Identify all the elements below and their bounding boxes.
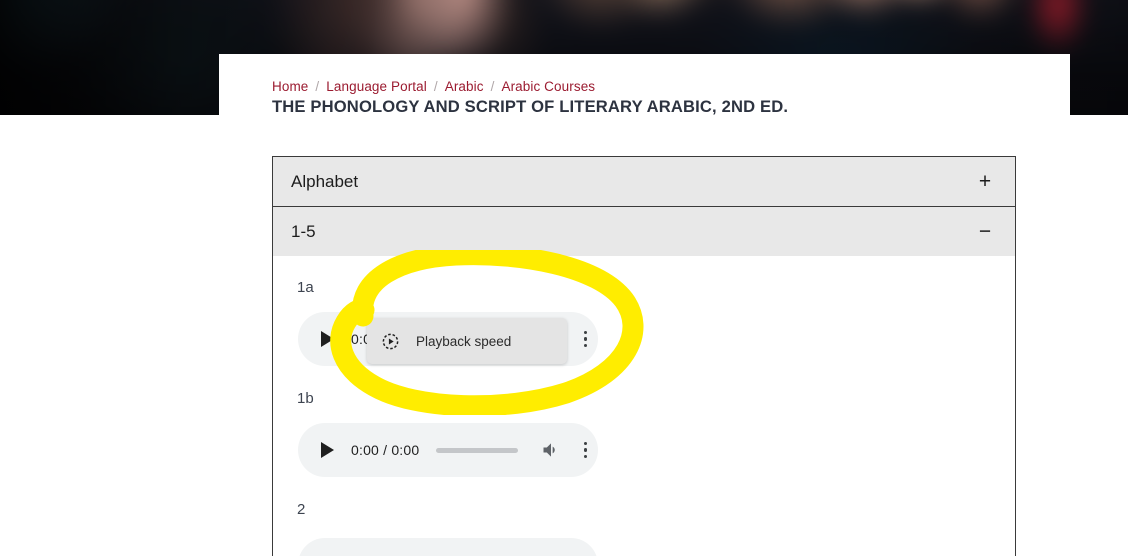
play-icon[interactable] xyxy=(318,441,336,459)
track-label-1b: 1b xyxy=(297,390,314,407)
breadcrumb-item-arabic[interactable]: Arabic xyxy=(445,79,484,94)
breadcrumb: Home / Language Portal / Arabic / Arabic Cours… xyxy=(272,79,595,94)
play-icon[interactable] xyxy=(318,330,336,348)
accordion-panel-1-5: 1a 0:00 / 0:00 1b xyxy=(273,256,1015,556)
accordion-title-1-5: 1-5 xyxy=(291,221,316,241)
playback-speed-menu[interactable]: Playback speed xyxy=(367,318,567,364)
page-title: THE PHONOLOGY AND SCRIPT OF LITERARY ARA… xyxy=(272,97,789,116)
track-label-1a: 1a xyxy=(297,279,314,296)
more-vertical-icon[interactable] xyxy=(577,440,593,460)
playback-speed-label: Playback speed xyxy=(416,333,512,349)
volume-icon[interactable] xyxy=(540,440,562,460)
audio-player-1b[interactable]: 0:00 / 0:00 xyxy=(298,423,598,477)
minus-icon[interactable]: − xyxy=(977,221,993,242)
plus-icon[interactable]: + xyxy=(977,171,993,192)
breadcrumb-item-language-portal[interactable]: Language Portal xyxy=(326,79,427,94)
accordion-header-alphabet[interactable]: Alphabet + xyxy=(273,157,1015,206)
breadcrumb-separator: / xyxy=(315,79,320,94)
audio-player-2[interactable]: 0:00 / 0:00 xyxy=(298,538,598,556)
accordion-title-alphabet: Alphabet xyxy=(291,171,359,191)
breadcrumb-item-home[interactable]: Home xyxy=(272,79,308,94)
breadcrumb-item-arabic-courses[interactable]: Arabic Courses xyxy=(501,79,595,94)
track-label-2: 2 xyxy=(297,501,306,518)
page-root: Home / Language Portal / Arabic / Arabic Cours… xyxy=(0,0,1128,556)
accordion-section-1-5: 1-5 − 1a 0:00 / 0:00 xyxy=(272,206,1016,556)
audio-progress-bar[interactable] xyxy=(436,447,519,453)
breadcrumb-separator: / xyxy=(433,79,438,94)
playback-speed-icon xyxy=(381,332,400,351)
breadcrumb-separator: / xyxy=(490,79,495,94)
more-vertical-icon[interactable] xyxy=(577,329,593,349)
audio-time-display: 0:00 / 0:00 xyxy=(351,442,420,458)
accordion-header-1-5[interactable]: 1-5 − xyxy=(273,207,1015,256)
accordion-section-alphabet: Alphabet + xyxy=(272,156,1016,206)
